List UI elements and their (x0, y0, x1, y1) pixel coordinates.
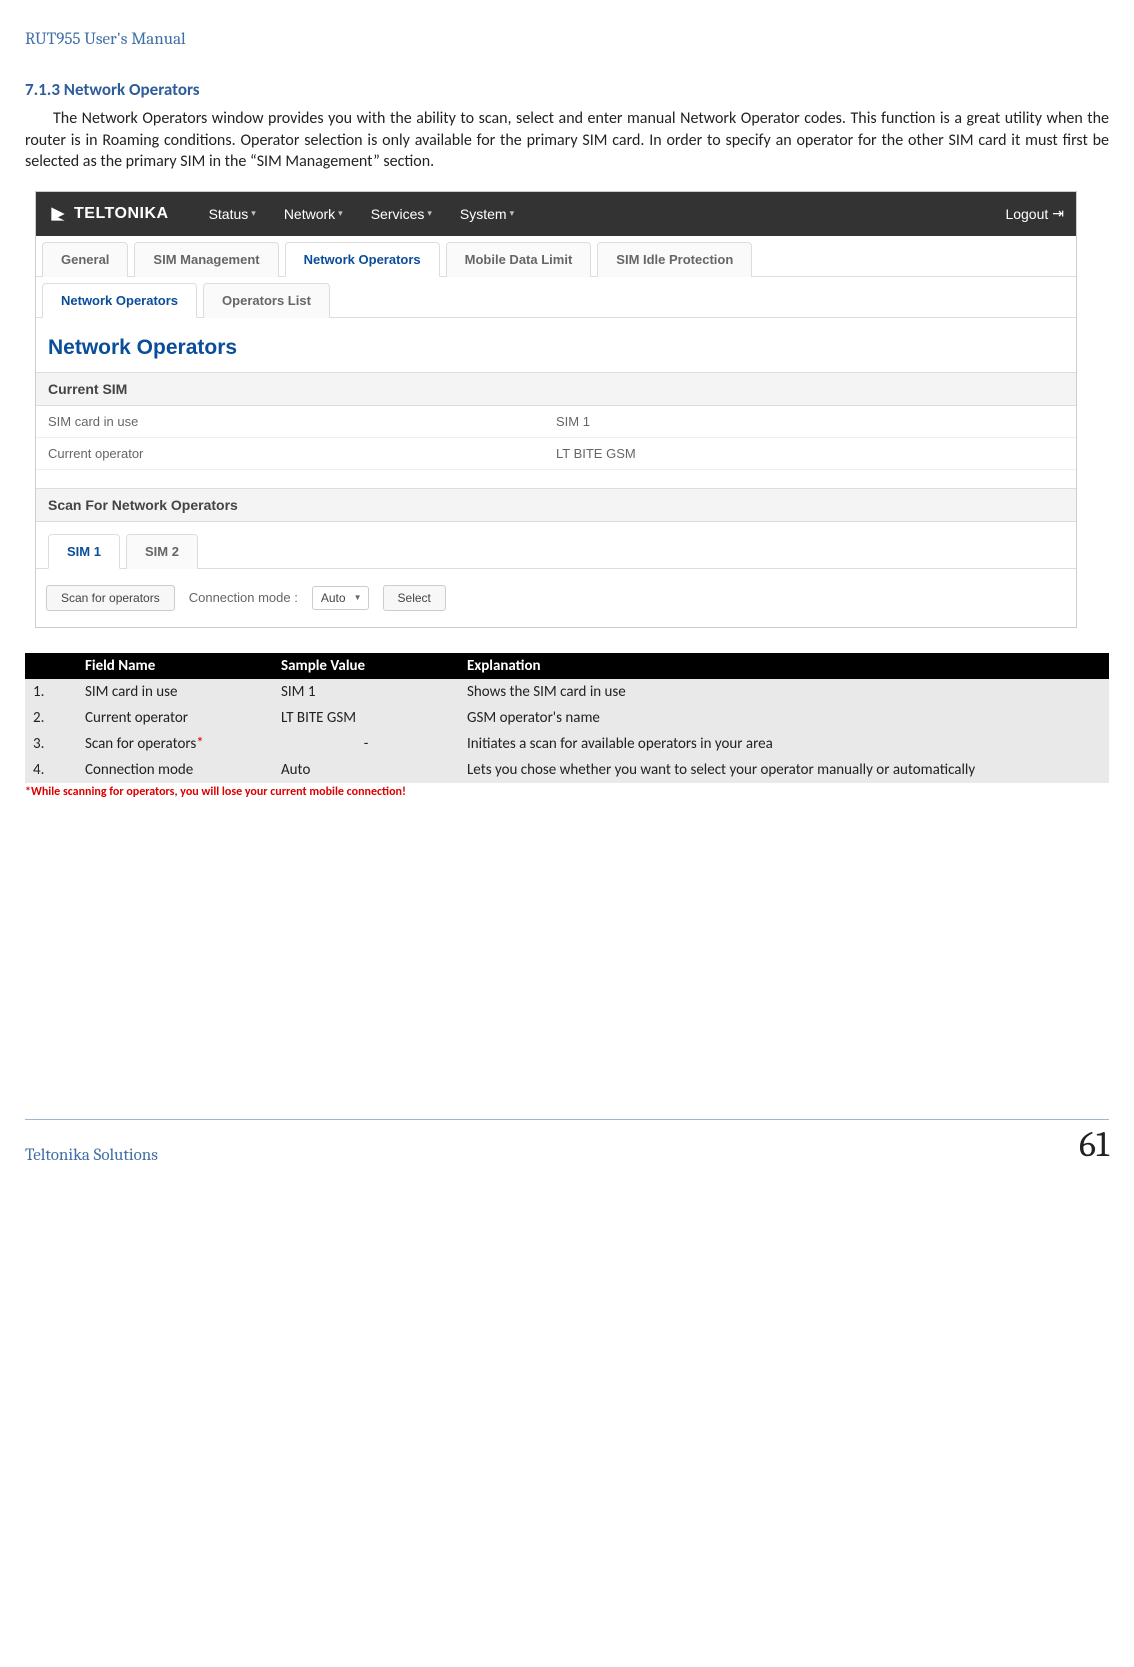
connection-mode-select[interactable]: Auto (312, 586, 369, 610)
cell-num: 2. (25, 705, 77, 731)
menu-label: System (460, 206, 507, 222)
cell-expl: GSM operator's name (459, 705, 1109, 731)
logo-icon (48, 204, 68, 224)
menu-label: Status (209, 206, 249, 222)
row-sim-card-in-use: SIM card in use SIM 1 (36, 406, 1076, 438)
tab-mobile-data-limit[interactable]: Mobile Data Limit (446, 242, 592, 277)
page-number: 61 (1079, 1124, 1109, 1165)
scan-controls: Scan for operators Connection mode : Aut… (36, 569, 1076, 627)
menu-label: Network (284, 206, 335, 222)
body-paragraph: The Network Operators window provides yo… (25, 108, 1109, 173)
tab-sim2[interactable]: SIM 2 (126, 534, 198, 569)
section-heading: 7.1.3 Network Operators (25, 79, 1109, 100)
logout-icon: ⇥ (1052, 205, 1064, 222)
tab-sim1[interactable]: SIM 1 (48, 534, 120, 569)
footer-left: Teltonika Solutions (25, 1146, 158, 1165)
top-menu: Status▾ Network▾ Services▾ System▾ (209, 206, 515, 222)
asterisk-icon: * (196, 735, 203, 753)
panel-scan-title: Scan For Network Operators (36, 488, 1076, 522)
menu-status[interactable]: Status▾ (209, 206, 256, 222)
tab-sim-idle-protection[interactable]: SIM Idle Protection (597, 242, 752, 277)
value: SIM 1 (556, 414, 1064, 429)
cell-sample: Auto (273, 757, 459, 783)
logo: TELTONIKA (48, 204, 169, 224)
main-tabs: General SIM Management Network Operators… (36, 236, 1076, 277)
scan-for-operators-button[interactable]: Scan for operators (46, 585, 175, 611)
tab-general[interactable]: General (42, 242, 128, 277)
section-title: Network Operators (64, 79, 200, 100)
cell-sample: LT BITE GSM (273, 705, 459, 731)
cell-field: Scan for operators* (77, 731, 273, 757)
label: Current operator (48, 446, 556, 461)
menu-system[interactable]: System▾ (460, 206, 514, 222)
cell-field: SIM card in use (77, 679, 273, 705)
subtab-operators-list[interactable]: Operators List (203, 283, 330, 318)
logout-label: Logout (1005, 206, 1048, 222)
cell-expl: Shows the SIM card in use (459, 679, 1109, 705)
cell-num: 3. (25, 731, 77, 757)
section-number: 7.1.3 (25, 79, 60, 100)
tab-sim-management[interactable]: SIM Management (134, 242, 278, 277)
cell-expl: Lets you chose whether you want to selec… (459, 757, 1109, 783)
tab-network-operators[interactable]: Network Operators (285, 242, 440, 277)
sim-tabs: SIM 1 SIM 2 (36, 522, 1076, 569)
th-explanation: Explanation (459, 653, 1109, 679)
th-blank (25, 653, 77, 679)
warning-text: *While scanning for operators, you will … (25, 785, 1109, 799)
cell-expl: Initiates a scan for available operators… (459, 731, 1109, 757)
cell-sample: - (273, 731, 459, 757)
chevron-down-icon: ▾ (510, 208, 515, 219)
value: LT BITE GSM (556, 446, 1064, 461)
page-footer: Teltonika Solutions 61 (25, 1119, 1109, 1165)
cell-sample: SIM 1 (273, 679, 459, 705)
label: SIM card in use (48, 414, 556, 429)
page-heading: Network Operators (36, 318, 1076, 372)
cell-num: 4. (25, 757, 77, 783)
chevron-down-icon: ▾ (251, 208, 256, 219)
chevron-down-icon: ▾ (338, 208, 343, 219)
table-row: 4. Connection mode Auto Lets you chose w… (25, 757, 1109, 783)
th-field-name: Field Name (77, 653, 273, 679)
logo-text: TELTONIKA (74, 205, 169, 223)
th-sample-value: Sample Value (273, 653, 459, 679)
logout-link[interactable]: Logout ⇥ (1005, 205, 1064, 222)
select-button[interactable]: Select (383, 585, 446, 611)
subtab-network-operators[interactable]: Network Operators (42, 283, 197, 318)
row-current-operator: Current operator LT BITE GSM (36, 438, 1076, 470)
menu-label: Services (371, 206, 425, 222)
cell-field: Connection mode (77, 757, 273, 783)
router-ui-screenshot: TELTONIKA Status▾ Network▾ Services▾ Sys… (35, 191, 1077, 628)
cell-field: Current operator (77, 705, 273, 731)
menu-network[interactable]: Network▾ (284, 206, 343, 222)
menu-services[interactable]: Services▾ (371, 206, 432, 222)
connection-mode-label: Connection mode : (189, 590, 298, 605)
top-bar: TELTONIKA Status▾ Network▾ Services▾ Sys… (36, 192, 1076, 236)
chevron-down-icon: ▾ (427, 208, 432, 219)
table-row: 1. SIM card in use SIM 1 Shows the SIM c… (25, 679, 1109, 705)
fields-table: Field Name Sample Value Explanation 1. S… (25, 653, 1109, 783)
doc-header: RUT955 User's Manual (25, 30, 1109, 49)
sub-tabs: Network Operators Operators List (36, 277, 1076, 318)
table-row: 2. Current operator LT BITE GSM GSM oper… (25, 705, 1109, 731)
panel-current-sim-title: Current SIM (36, 372, 1076, 406)
cell-num: 1. (25, 679, 77, 705)
cell-field-text: Scan for operators (85, 735, 196, 753)
table-row: 3. Scan for operators* - Initiates a sca… (25, 731, 1109, 757)
